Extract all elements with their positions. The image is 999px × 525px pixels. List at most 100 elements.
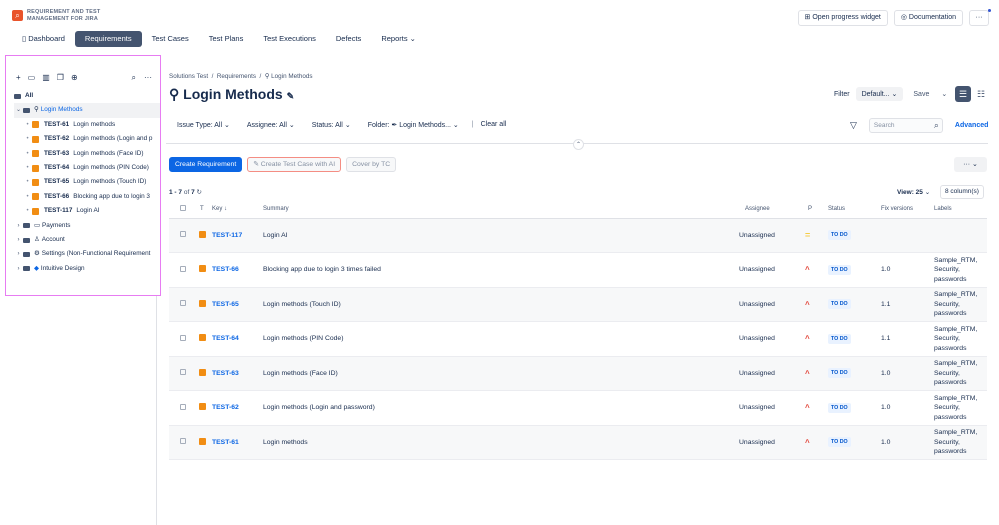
row-assignee[interactable]: Unassigned	[739, 287, 805, 322]
table-row[interactable]: TEST-117 Login AI Unassigned = TO DO	[169, 218, 987, 253]
refresh-icon[interactable]: ↻	[197, 189, 202, 196]
search-icon[interactable]: ⌕	[132, 73, 136, 83]
chevron-right-icon[interactable]: ›	[14, 233, 23, 247]
open-progress-widget-button[interactable]: ⊞ Open progress widget	[797, 10, 888, 26]
more-menu-button[interactable]: ···	[969, 10, 989, 26]
search-input[interactable]: Search ⌕	[868, 118, 943, 133]
collapse-filters-icon[interactable]: ⌃	[573, 139, 584, 150]
row-key[interactable]: TEST-64	[206, 321, 263, 357]
status-badge[interactable]: TO DO	[828, 437, 851, 448]
tree-item-all[interactable]: All	[14, 89, 160, 103]
tree-item-login-methods[interactable]: ⌄ ⚲ Login Methods	[14, 103, 160, 118]
tab-test-cases[interactable]: Test Cases	[142, 31, 199, 47]
list-view-icon[interactable]: ☰	[955, 86, 971, 102]
funnel-icon[interactable]: ▽	[850, 120, 857, 131]
table-row[interactable]: TEST-63 Login methods (Face ID) Unassign…	[169, 356, 987, 391]
status-filter[interactable]: Status: All ⌄	[312, 121, 351, 129]
tab-reports[interactable]: Reports ⌄	[371, 31, 426, 47]
row-summary[interactable]: Blocking app due to login 3 times failed	[263, 252, 739, 288]
tab-dashboard[interactable]: ▯ Dashboard	[12, 31, 75, 47]
page-size-select[interactable]: View: 25 ⌄	[897, 188, 930, 196]
row-assignee[interactable]: Unassigned	[739, 390, 805, 426]
documentation-button[interactable]: ◎ Documentation	[893, 10, 963, 26]
columns-button[interactable]: 8 column(s)	[940, 185, 984, 199]
row-key[interactable]: TEST-61	[206, 425, 263, 460]
row-summary[interactable]: Login methods (PIN Code)	[263, 321, 739, 357]
create-requirement-button[interactable]: Create Requirement	[169, 157, 243, 172]
status-badge[interactable]: TO DO	[828, 230, 851, 241]
tab-test-plans[interactable]: Test Plans	[199, 31, 254, 47]
tree-item-intuitive-design[interactable]: › ◆ Intuitive Design	[14, 262, 160, 276]
status-badge[interactable]: TO DO	[828, 299, 851, 310]
chevron-right-icon[interactable]: ›	[14, 247, 23, 261]
chevron-right-icon[interactable]: ›	[14, 262, 23, 276]
tab-requirements[interactable]: Requirements	[74, 31, 142, 47]
tree-test-item[interactable]: • TEST-117 Login AI	[14, 204, 160, 218]
col-assignee[interactable]: Assignee	[739, 201, 805, 219]
col-priority[interactable]: P	[805, 201, 828, 219]
row-checkbox[interactable]	[180, 369, 186, 376]
search-icon[interactable]: ⌕	[934, 120, 939, 131]
issue-type-filter[interactable]: Issue Type: All ⌄	[177, 121, 230, 129]
row-key[interactable]: TEST-65	[206, 287, 263, 322]
col-labels[interactable]: Labels	[934, 201, 987, 219]
tree-test-item[interactable]: • TEST-66 Blocking app due to login 3	[14, 190, 160, 204]
row-summary[interactable]: Login AI	[263, 218, 739, 253]
save-filter-button[interactable]: Save	[913, 91, 929, 98]
row-key[interactable]: TEST-63	[206, 356, 263, 391]
status-badge[interactable]: TO DO	[828, 368, 851, 379]
tab-defects[interactable]: Defects	[326, 31, 371, 47]
folder-filter[interactable]: Folder: ✒ Login Methods... ⌄	[368, 121, 459, 129]
col-summary[interactable]: Summary	[263, 201, 739, 219]
tree-view-icon[interactable]: ☷	[973, 86, 989, 102]
app-logo-icon[interactable]: ⌕	[12, 10, 23, 21]
status-badge[interactable]: TO DO	[828, 264, 851, 275]
row-assignee[interactable]: Unassigned	[739, 356, 805, 391]
status-badge[interactable]: TO DO	[828, 333, 851, 344]
row-checkbox[interactable]	[180, 334, 186, 341]
tree-item-account[interactable]: › ♙ Account	[14, 233, 160, 247]
table-row[interactable]: TEST-64 Login methods (PIN Code) Unassig…	[169, 321, 987, 357]
row-assignee[interactable]: Unassigned	[739, 425, 805, 460]
status-badge[interactable]: TO DO	[828, 402, 851, 413]
select-all-checkbox-cell[interactable]	[169, 201, 186, 219]
col-key[interactable]: Key ↓	[206, 201, 263, 219]
edit-pencil-icon[interactable]: ✎	[287, 91, 295, 101]
tree-test-item[interactable]: • TEST-61 Login methods	[14, 118, 160, 132]
breadcrumb-section[interactable]: Requirements	[217, 73, 256, 80]
assignee-filter[interactable]: Assignee: All ⌄	[247, 121, 295, 129]
row-checkbox[interactable]	[180, 403, 186, 410]
folder-icon[interactable]: ▭	[28, 73, 36, 82]
chevron-down-icon[interactable]: ⌄	[941, 90, 947, 98]
table-row[interactable]: TEST-65 Login methods (Touch ID) Unassig…	[169, 287, 987, 322]
trash-icon[interactable]: ▥	[42, 73, 50, 82]
tab-test-executions[interactable]: Test Executions	[253, 31, 326, 47]
table-row[interactable]: TEST-66 Blocking app due to login 3 time…	[169, 252, 987, 288]
more-actions-button[interactable]: ··· ⌄	[954, 157, 987, 172]
row-checkbox[interactable]	[180, 438, 186, 445]
col-fix-versions[interactable]: Fix versions	[881, 201, 934, 219]
row-key[interactable]: TEST-117	[206, 218, 263, 253]
col-status[interactable]: Status	[828, 201, 881, 219]
row-summary[interactable]: Login methods (Login and password)	[263, 390, 739, 426]
tree-item-payments[interactable]: › ▭ Payments	[14, 219, 160, 233]
tree-test-item[interactable]: • TEST-62 Login methods (Login and p	[14, 132, 160, 146]
table-row[interactable]: TEST-62 Login methods (Login and passwor…	[169, 390, 987, 426]
add-icon[interactable]: +	[16, 73, 21, 82]
target-icon[interactable]: ⊕	[71, 73, 78, 82]
row-summary[interactable]: Login methods (Face ID)	[263, 356, 739, 391]
row-key[interactable]: TEST-66	[206, 252, 263, 288]
clear-all-button[interactable]: Clear all	[481, 121, 507, 129]
row-checkbox[interactable]	[180, 231, 186, 238]
more-icon[interactable]: ···	[144, 73, 152, 83]
tree-test-item[interactable]: • TEST-63 Login methods (Face ID)	[14, 147, 160, 161]
chevron-down-icon[interactable]: ⌄	[14, 103, 23, 117]
select-all-checkbox[interactable]	[180, 205, 186, 212]
cover-by-tc-button[interactable]: Cover by TC	[346, 157, 397, 172]
row-assignee[interactable]: Unassigned	[739, 321, 805, 357]
row-checkbox[interactable]	[180, 300, 186, 307]
tree-test-item[interactable]: • TEST-65 Login methods (Touch ID)	[14, 175, 160, 189]
row-key[interactable]: TEST-62	[206, 390, 263, 426]
row-summary[interactable]: Login methods	[263, 425, 739, 460]
filter-select[interactable]: Default... ⌄	[855, 87, 904, 101]
